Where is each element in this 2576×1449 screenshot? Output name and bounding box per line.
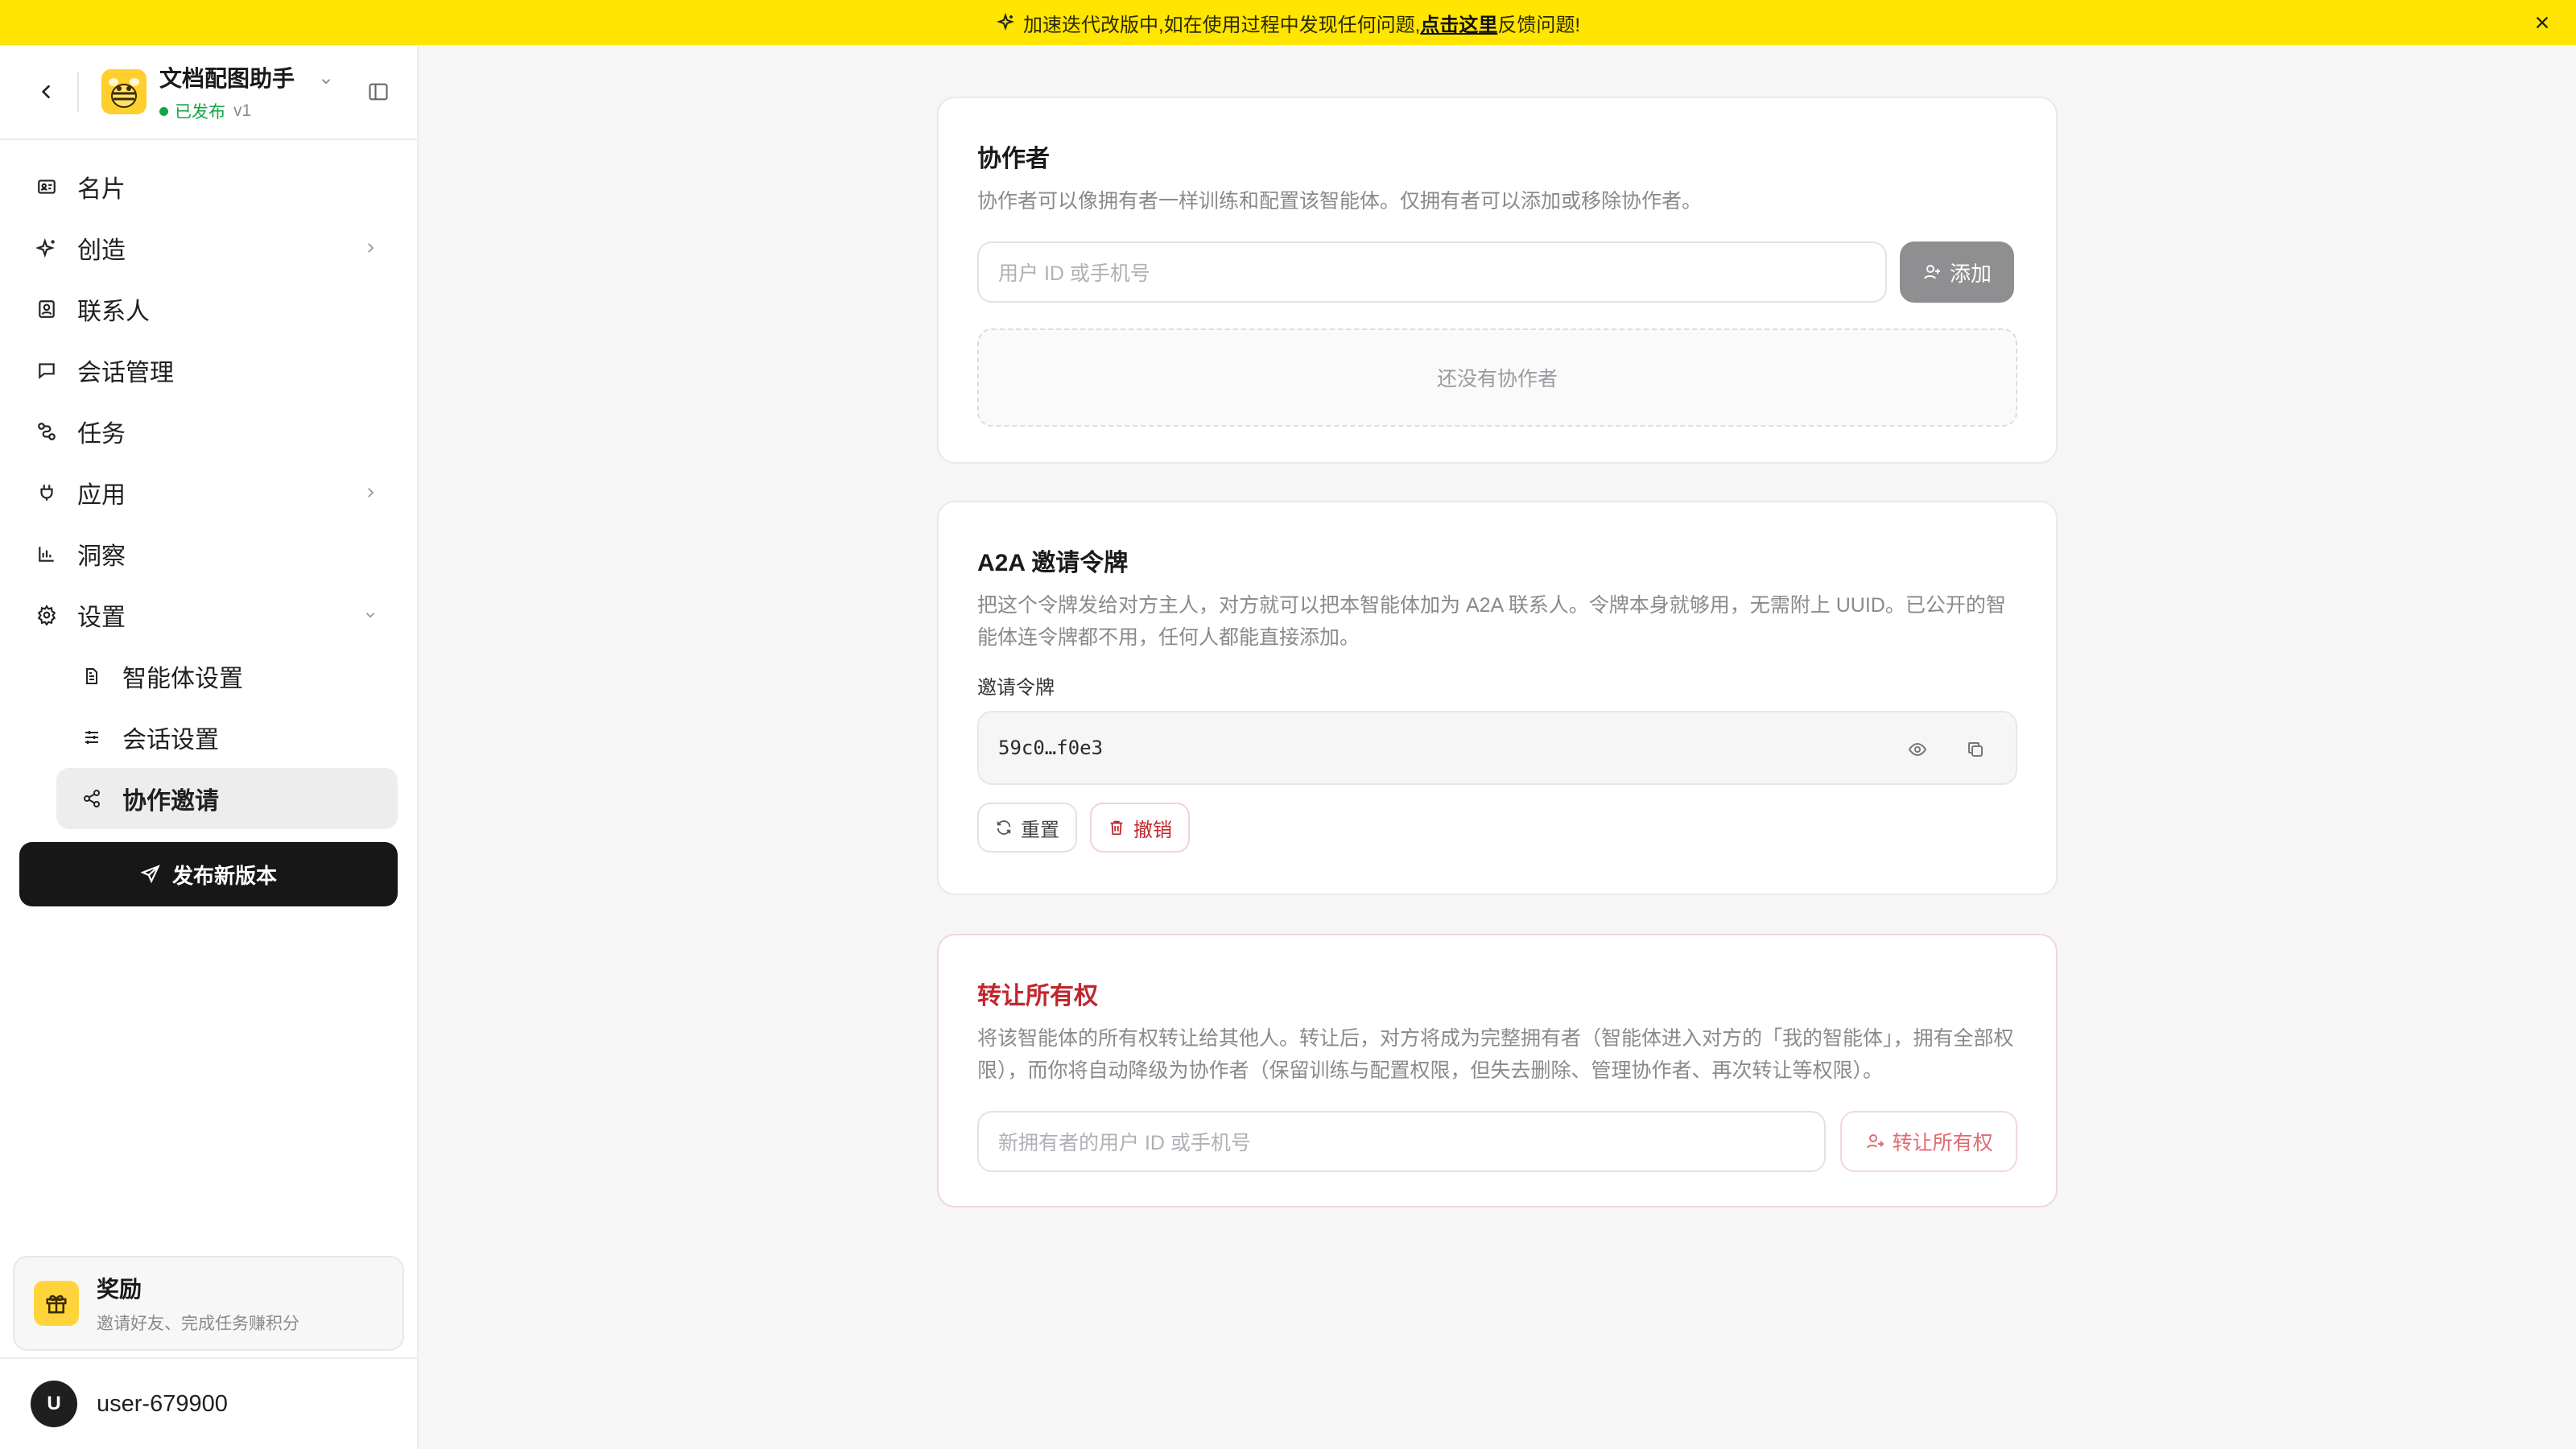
- sidebar-item-label: 任务: [77, 421, 126, 448]
- back-button[interactable]: [31, 76, 63, 108]
- transfer-description: 将该智能体的所有权转让给其他人。转让后，对方将成为完整拥有者（智能体进入对方的「…: [977, 1027, 2014, 1082]
- sidebar-toggle-button[interactable]: [362, 76, 394, 108]
- gear-icon: [32, 601, 61, 630]
- panel-left-icon: [369, 83, 388, 101]
- token-value: 59c0…f0e3: [998, 737, 1104, 759]
- sidebar-item-session-settings[interactable]: 会话设置: [56, 707, 398, 768]
- sidebar-item-apps[interactable]: 应用: [19, 462, 398, 523]
- empty-collaborators: 还没有协作者: [977, 328, 2017, 427]
- sidebar: 文档配图助手 已发布 v1 名片 创造 联系人 会话管理 任务 应用 洞察 设置…: [0, 45, 419, 1449]
- sidebar-item-contacts[interactable]: 联系人: [19, 279, 398, 340]
- sidebar-item-label: 智能体设置: [122, 666, 243, 692]
- collaborator-id-input[interactable]: 用户 ID 或手机号: [977, 242, 1887, 303]
- chevron-down-icon: [359, 604, 382, 626]
- sidebar-item-label: 名片: [77, 176, 126, 203]
- share-icon: [77, 784, 106, 813]
- sidebar-item-create[interactable]: 创造: [19, 217, 398, 279]
- document-icon: [77, 662, 106, 691]
- transfer-ownership-card: 转让所有权 将该智能体的所有权转让给其他人。转让后，对方将成为完整拥有者（智能体…: [937, 934, 2058, 1208]
- user-profile[interactable]: U user-679900: [0, 1357, 417, 1449]
- transfer-title: 转让所有权: [977, 983, 1098, 1009]
- sidebar-item-label: 创造: [77, 237, 126, 264]
- user-name: user-679900: [97, 1390, 228, 1417]
- bee-icon: [101, 69, 147, 114]
- chevron-down-icon[interactable]: [319, 68, 333, 94]
- a2a-token-card: A2A 邀请令牌 把这个令牌发给对方主人，对方就可以把本智能体加为 A2A 联系…: [937, 501, 2058, 895]
- chevron-right-icon: [359, 481, 382, 504]
- announcement-banner: 加速迭代改版中,如在使用过程中发现任何问题, 点击这里 反馈问题!: [0, 0, 2576, 45]
- sidebar-item-label: 洞察: [77, 543, 126, 570]
- plug-icon: [32, 478, 61, 507]
- sidebar-item-tasks[interactable]: 任务: [19, 401, 398, 462]
- gift-icon: [34, 1281, 79, 1326]
- user-plus-icon: [1922, 262, 1942, 282]
- avatar: U: [31, 1381, 77, 1427]
- sidebar-item-label: 会话管理: [77, 360, 174, 386]
- reset-token-button[interactable]: 重置: [977, 803, 1077, 852]
- contact-icon: [32, 295, 61, 324]
- add-collaborator-button[interactable]: 添加: [1900, 242, 2014, 303]
- revoke-token-button[interactable]: 撤销: [1090, 803, 1190, 852]
- trash-icon: [1108, 819, 1125, 836]
- banner-text: 加速迭代改版中,如在使用过程中发现任何问题,: [1022, 14, 1421, 36]
- a2a-description: 把这个令牌发给对方主人，对方就可以把本智能体加为 A2A 联系人。令牌本身就够用…: [977, 594, 2006, 649]
- sparkle-icon: [32, 233, 61, 262]
- sidebar-item-label: 会话设置: [122, 727, 219, 753]
- close-banner-button[interactable]: [2529, 10, 2555, 35]
- sidebar-item-label: 应用: [77, 482, 126, 509]
- user-transfer-icon: [1865, 1132, 1885, 1151]
- publish-label: 发布新版本: [171, 863, 277, 888]
- agent-name: 文档配图助手: [159, 66, 295, 91]
- agent-info[interactable]: 文档配图助手 已发布 v1: [159, 60, 333, 123]
- sidebar-item-card[interactable]: 名片: [19, 156, 398, 217]
- sidebar-item-label: 联系人: [77, 299, 150, 325]
- workflow-icon: [32, 417, 61, 446]
- transfer-button-label: 转让所有权: [1892, 1132, 1993, 1154]
- chat-bubble-icon: [32, 356, 61, 385]
- bar-chart-icon: [32, 539, 61, 568]
- chevron-left-icon: [41, 85, 51, 99]
- reset-label: 重置: [1021, 819, 1059, 841]
- agent-avatar: [101, 69, 147, 114]
- sidebar-item-agent-settings[interactable]: 智能体设置: [56, 646, 398, 707]
- status-badge: 已发布: [175, 103, 225, 122]
- transfer-ownership-button[interactable]: 转让所有权: [1840, 1111, 2017, 1172]
- chevron-right-icon: [359, 237, 382, 259]
- send-icon: [140, 864, 161, 885]
- revoke-label: 撤销: [1133, 819, 1172, 841]
- reward-title: 奖励: [97, 1277, 142, 1302]
- add-label: 添加: [1949, 261, 1992, 286]
- token-field: 59c0…f0e3: [977, 711, 2017, 785]
- settings-submenu: 智能体设置 会话设置 协作邀请: [19, 646, 398, 829]
- publish-new-version-button[interactable]: 发布新版本: [19, 842, 398, 906]
- collaborators-description: 协作者可以像拥有者一样训练和配置该智能体。仅拥有者可以添加或移除协作者。: [977, 190, 1703, 213]
- sidebar-item-label: 协作邀请: [122, 788, 219, 815]
- copy-icon[interactable]: [1959, 733, 1992, 766]
- sidebar-nav: 名片 创造 联系人 会话管理 任务 应用 洞察 设置 智能体设置 会话设置 协作…: [0, 140, 417, 906]
- feedback-link[interactable]: 点击这里: [1420, 9, 1497, 37]
- a2a-title: A2A 邀请令牌: [977, 550, 1129, 576]
- sliders-icon: [77, 723, 106, 752]
- reward-card[interactable]: 奖励 邀请好友、完成任务赚积分: [13, 1256, 404, 1351]
- divider: [77, 72, 79, 112]
- banner-text-end: 反馈问题!: [1497, 14, 1580, 36]
- sidebar-item-settings[interactable]: 设置: [19, 584, 398, 646]
- close-icon: [2536, 16, 2549, 29]
- collaborators-card: 协作者 协作者可以像拥有者一样训练和配置该智能体。仅拥有者可以添加或移除协作者。…: [937, 97, 2058, 464]
- sidebar-item-collab-invite[interactable]: 协作邀请: [56, 768, 398, 829]
- sidebar-item-insights[interactable]: 洞察: [19, 523, 398, 584]
- eye-icon[interactable]: [1901, 733, 1934, 766]
- sidebar-item-sessions[interactable]: 会话管理: [19, 340, 398, 401]
- collaborators-title: 协作者: [977, 146, 1050, 172]
- version-label: v1: [233, 101, 252, 120]
- sidebar-item-label: 设置: [77, 605, 126, 631]
- new-owner-input[interactable]: 新拥有者的用户 ID 或手机号: [977, 1111, 1827, 1172]
- agent-header: 文档配图助手 已发布 v1: [0, 45, 417, 140]
- reward-subtitle: 邀请好友、完成任务赚积分: [97, 1315, 299, 1333]
- token-label: 邀请令牌: [977, 677, 1055, 699]
- id-card-icon: [32, 172, 61, 201]
- refresh-icon: [995, 819, 1013, 836]
- sparkle-icon: [996, 13, 1015, 32]
- status-dot: [159, 106, 168, 116]
